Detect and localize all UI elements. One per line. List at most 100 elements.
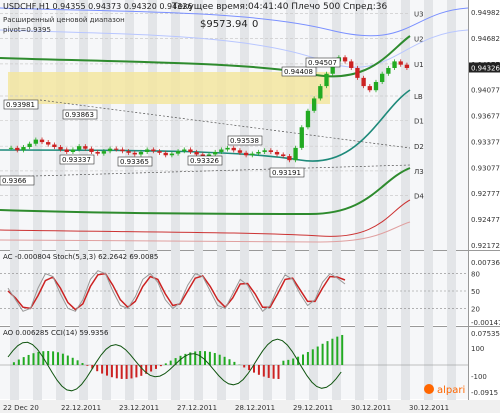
ao-bar (52, 351, 55, 365)
brand-icon (424, 384, 434, 394)
symbol-line: USDCHF,H1 0.94355 0.94373 0.94320 0.9432… (3, 2, 192, 11)
candle-body (157, 151, 162, 153)
osc2-title: AO 0.006285 CCI(14) 59.9356 (3, 329, 109, 337)
candle-body (39, 139, 45, 143)
ao-bar (213, 353, 216, 365)
candle-body (83, 146, 88, 149)
ao-bar (248, 365, 251, 371)
ao-bar (164, 363, 167, 365)
candle-body (52, 144, 57, 148)
ao-bar (135, 365, 138, 378)
ao-bar (292, 358, 295, 365)
x-tick-label: 30.12.2011 (409, 404, 449, 412)
ao-bar (130, 365, 133, 379)
time-stripe (10, 0, 19, 400)
time-stripe (447, 0, 456, 400)
chart-canvas: U3U2U1LBD1D2Л3D4 0.939810.938630.93337 0.… (0, 0, 500, 413)
time-stripe (263, 0, 272, 400)
candle-body (243, 152, 249, 156)
candle-body (262, 150, 267, 152)
osc2-tick: -100 (471, 373, 487, 381)
ao-bar (228, 359, 231, 365)
candle-body (21, 147, 26, 151)
ao-bar (101, 365, 104, 374)
ao-bar (321, 343, 324, 365)
ao-bar (272, 365, 275, 379)
osc2-tick: 0.07535 (471, 330, 500, 338)
candle-body (231, 147, 236, 151)
price-label: 0.93365 (120, 158, 149, 166)
candle-body (380, 73, 385, 82)
candle-body (373, 81, 379, 91)
ao-bar (336, 336, 339, 365)
candle-body (287, 156, 292, 161)
ao-bar (106, 365, 108, 376)
counter: 0 (252, 19, 258, 30)
candle-body (392, 61, 397, 68)
candle-body (194, 151, 199, 155)
candle-body (64, 149, 69, 152)
price-label: 0.94507 (308, 59, 337, 67)
x-tick-label: 27.12.2011 (177, 404, 217, 412)
osc2-tick: -0.0915 (471, 389, 498, 397)
pivot-label: pivot=0.9395 (3, 26, 51, 34)
candle-body (213, 151, 218, 155)
candle-body (386, 67, 391, 74)
candle-body (89, 148, 94, 152)
level-label: D4 (414, 193, 424, 201)
x-tick-label: 22 Dec 20 (3, 404, 39, 412)
candle-body (342, 57, 348, 62)
ao-bar (204, 351, 206, 365)
ao-bar (150, 365, 153, 372)
candle-body (132, 152, 137, 155)
ao-bar (331, 338, 334, 365)
ao-bar (110, 365, 113, 378)
time-stripe (286, 0, 295, 400)
ao-bar (47, 351, 50, 365)
candle-body (120, 149, 125, 152)
candle-body (355, 67, 360, 78)
candle-body (237, 150, 243, 153)
price-label: 0.93863 (65, 111, 94, 119)
ao-bar (233, 361, 236, 365)
osc1-title: AC -0.000804 Stoch(5,3,3) 62.2642 69.008… (3, 253, 158, 261)
time-stripe (424, 0, 433, 400)
ao-bar (120, 365, 123, 379)
x-tick-label: 29.12.2011 (293, 404, 333, 412)
x-tick-label: 28.12.2011 (235, 404, 275, 412)
x-tick-label: 23.12.2011 (119, 404, 159, 412)
candle-body (70, 149, 76, 152)
price-label: 0.93326 (190, 157, 219, 165)
ao-bar (17, 359, 20, 365)
ao-bar (27, 354, 30, 365)
ao-bar (61, 353, 64, 365)
osc1-tick: 50 (471, 288, 480, 296)
ao-bar (37, 351, 40, 365)
time-stripe (125, 0, 134, 400)
ao-bar (287, 359, 290, 365)
candle-body (33, 139, 38, 144)
y-tick-label: 0.92477 (471, 216, 500, 224)
ao-bar (81, 363, 84, 365)
level-label: LB (414, 93, 423, 101)
ao-bar (96, 365, 99, 372)
price-label: 0.93538 (230, 137, 259, 145)
candle-body (318, 86, 323, 99)
ao-bar (306, 352, 309, 365)
price-label: 0.93191 (272, 169, 301, 177)
ao-bar (257, 365, 260, 375)
ao-bar (71, 357, 74, 365)
ao-bar (243, 365, 246, 368)
candle-body (219, 149, 224, 152)
y-tick-label: 0.92777 (471, 190, 500, 198)
ao-bar (282, 360, 285, 365)
server-time: Текущее время:04:41:40 Плечо 500 Спред:3… (171, 2, 387, 12)
candle-body (349, 61, 354, 68)
y-tick-label: 0.93377 (471, 138, 500, 146)
balance: $9573.94 (200, 19, 248, 30)
level-label: Л3 (414, 168, 424, 176)
candle-body (114, 148, 119, 150)
osc-panel-1 (0, 251, 468, 325)
y-tick-label: 0.93677 (471, 113, 500, 121)
candle-body (151, 149, 156, 152)
